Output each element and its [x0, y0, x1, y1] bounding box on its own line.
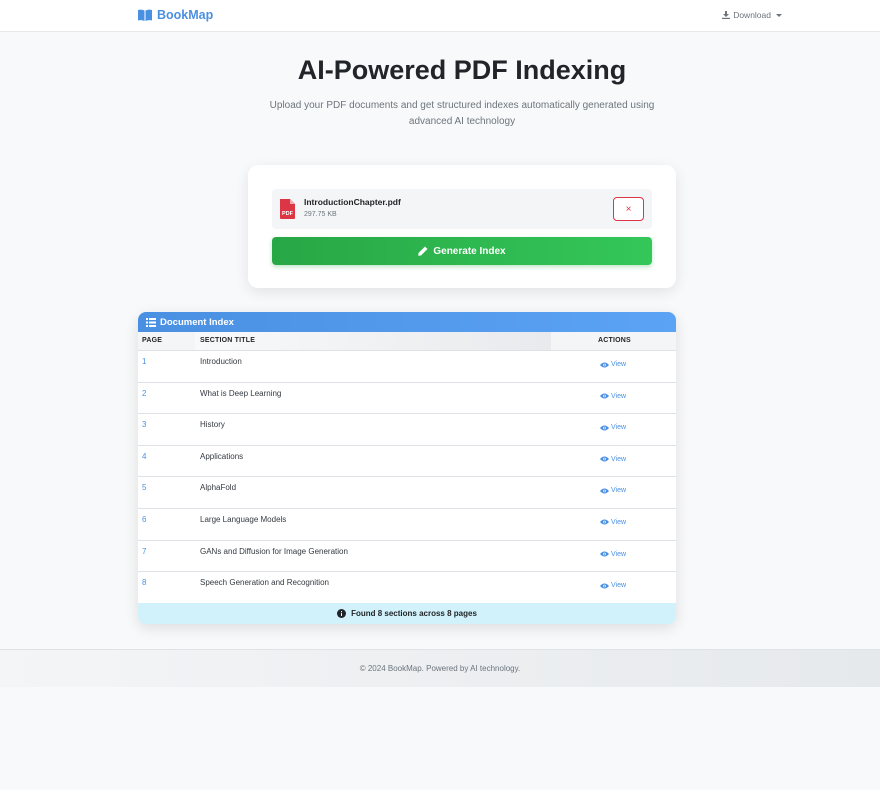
book-open-icon: [138, 9, 152, 21]
row-section-title: GANs and Diffusion for Image Generation: [200, 546, 348, 556]
table-body: 1 Introduction View 2 What is Deep Learning V…: [138, 351, 676, 604]
table-row: 7 GANs and Diffusion for Image Generation…: [138, 541, 676, 573]
table-row: 2 What is Deep Learning View: [138, 383, 676, 415]
row-page-link[interactable]: 1: [142, 357, 146, 366]
row-section-title: What is Deep Learning: [200, 388, 282, 398]
view-label: View: [611, 518, 627, 526]
row-page-link[interactable]: 2: [142, 389, 146, 398]
row-page-link[interactable]: 7: [142, 547, 146, 556]
table-row: 5 AlphaFold View: [138, 477, 676, 509]
eye-icon: [600, 393, 609, 399]
caret-down-icon: [776, 13, 782, 17]
table-row: 1 Introduction View: [138, 351, 676, 383]
remove-file-button[interactable]: ×: [613, 197, 644, 221]
row-section-title: Applications: [200, 451, 244, 461]
table-row: 6 Large Language Models View: [138, 509, 676, 541]
view-button[interactable]: View: [600, 519, 626, 526]
eye-icon: [600, 583, 609, 589]
pdf-type-label: PDF: [282, 211, 294, 217]
view-label: View: [611, 392, 627, 400]
view-button[interactable]: View: [600, 551, 626, 558]
view-label: View: [611, 361, 627, 368]
eye-icon: [600, 488, 609, 494]
eye-icon: [600, 519, 609, 525]
generate-index-button[interactable]: Generate Index: [272, 237, 652, 265]
close-icon: ×: [625, 203, 632, 215]
brand-name: BookMap: [157, 8, 214, 22]
view-label: View: [611, 550, 627, 558]
view-label: View: [611, 424, 627, 432]
row-page-link[interactable]: 4: [142, 452, 146, 461]
table-row: 3 History View: [138, 414, 676, 446]
view-label: View: [611, 487, 627, 495]
row-section-title: Introduction: [200, 357, 242, 366]
column-header-section-title: SECTION TITLE: [200, 337, 256, 344]
download-icon: [722, 11, 731, 19]
brand-link[interactable]: BookMap: [138, 8, 213, 22]
list-icon: [146, 317, 156, 327]
row-section-title: Speech Generation and Recognition: [200, 578, 329, 588]
navbar: BookMap Download: [0, 0, 880, 32]
view-button[interactable]: View: [600, 456, 626, 463]
eye-icon: [600, 456, 609, 462]
table-row: 8 Speech Generation and Recognition View: [138, 572, 676, 604]
page-footer: © 2024 BookMap. Powered by AI technology…: [0, 649, 880, 687]
view-label: View: [611, 582, 627, 590]
row-section-title: History: [200, 420, 225, 430]
generate-index-label: Generate Index: [433, 245, 506, 257]
index-title: Document Index: [160, 316, 234, 328]
column-header-actions: ACTIONS: [598, 337, 631, 344]
selected-file: PDF IntroductionChapter.pdf 297.75 KB ×: [272, 189, 652, 229]
view-button[interactable]: View: [600, 393, 626, 400]
table-row: 4 Applications View: [138, 446, 676, 478]
eye-icon: [600, 362, 609, 367]
row-section-title: Large Language Models: [200, 514, 287, 524]
row-page-link[interactable]: 8: [142, 578, 146, 587]
row-section-title: AlphaFold: [200, 483, 237, 493]
index-summary: Found 8 sections across 8 pages: [138, 603, 676, 624]
table-header: PAGE SECTION TITLE ACTIONS: [138, 332, 676, 351]
index-header: Document Index: [138, 312, 676, 332]
info-circle-icon: [337, 609, 347, 618]
row-page-link[interactable]: 5: [142, 483, 146, 492]
row-page-link[interactable]: 3: [142, 420, 146, 429]
page-subtitle: Upload your PDF documents and get struct…: [269, 100, 655, 127]
file-name: IntroductionChapter.pdf: [304, 197, 401, 207]
summary-text: Found 8 sections across 8 pages: [351, 609, 477, 618]
eye-icon: [600, 425, 609, 431]
view-label: View: [611, 455, 627, 463]
row-page-link[interactable]: 6: [142, 515, 146, 524]
file-pdf-icon: PDF: [280, 199, 295, 219]
view-button[interactable]: View: [600, 582, 626, 589]
upload-card: PDF IntroductionChapter.pdf 297.75 KB × …: [248, 165, 676, 288]
view-button[interactable]: View: [600, 424, 626, 431]
download-label: Download: [733, 10, 771, 20]
document-index-card: Document Index PAGE SECTION TITLE ACTION…: [138, 312, 676, 624]
page-title: AI-Powered PDF Indexing: [297, 55, 627, 85]
view-button[interactable]: View: [600, 487, 626, 494]
file-size: 297.75 KB: [304, 211, 337, 218]
pencil-icon: [418, 246, 428, 256]
view-button[interactable]: View: [600, 361, 626, 368]
download-dropdown[interactable]: Download: [722, 10, 782, 20]
footer-text: © 2024 BookMap. Powered by AI technology…: [359, 664, 521, 673]
column-header-page: PAGE: [142, 337, 163, 344]
eye-icon: [600, 551, 609, 557]
